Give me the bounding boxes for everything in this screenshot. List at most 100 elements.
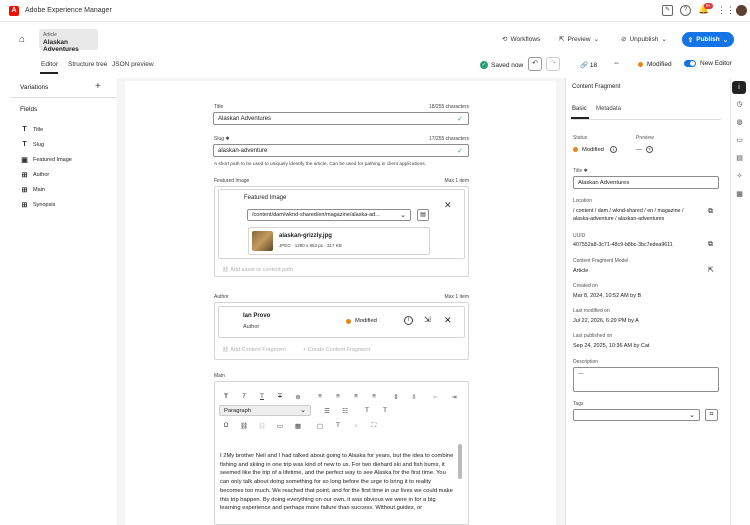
- text-field-icon: T: [22, 141, 27, 148]
- history-icon[interactable]: ◷: [735, 100, 744, 109]
- subscript-icon[interactable]: T: [380, 407, 390, 414]
- tab-editor[interactable]: Editor: [41, 61, 58, 68]
- description-textarea[interactable]: ---: [573, 367, 719, 392]
- field-item-main[interactable]: ⊞ Main: [21, 186, 45, 194]
- tab-metadata[interactable]: Metadata: [596, 106, 621, 112]
- title-input[interactable]: Alaskan Adventures: [573, 176, 719, 189]
- magic-icon[interactable]: ✕: [351, 422, 361, 430]
- scrollbar[interactable]: [458, 444, 462, 479]
- fullscreen-icon[interactable]: ⛶: [369, 422, 379, 430]
- clear-format-icon[interactable]: T: [333, 422, 343, 429]
- status-dot: [638, 62, 643, 67]
- paragraph-style-select[interactable]: Paragraph ⌄: [219, 405, 311, 416]
- numbered-list-icon[interactable]: ☷: [340, 407, 350, 415]
- link-icon[interactable]: ⛓: [239, 422, 249, 430]
- undo-button[interactable]: ↶: [528, 57, 542, 71]
- feedback-icon[interactable]: ✎: [662, 5, 673, 16]
- align-center-icon[interactable]: ≡: [333, 393, 343, 400]
- create-content-fragment-link[interactable]: + Create Content Fragment: [303, 347, 370, 353]
- justify-icon[interactable]: ≡: [369, 393, 379, 400]
- publish-button[interactable]: ⇪ Publish ⌄: [682, 32, 734, 47]
- spacing-icon[interactable]: ⇳: [409, 393, 419, 401]
- copy-icon[interactable]: ⧉: [708, 241, 713, 249]
- add-content-fragment-link[interactable]: ⛓ Add Content Fragment: [222, 347, 286, 353]
- info-icon[interactable]: i: [404, 316, 413, 325]
- bullet-list-icon[interactable]: ☰: [322, 407, 332, 415]
- tags-select[interactable]: ⌄: [573, 409, 700, 421]
- underline-button[interactable]: T: [257, 393, 267, 400]
- home-icon[interactable]: ⌂: [19, 34, 25, 45]
- superscript-icon[interactable]: T: [362, 407, 372, 414]
- asset-card[interactable]: [248, 227, 430, 255]
- location-label: Location: [573, 198, 592, 204]
- table-icon[interactable]: ▦: [293, 422, 303, 430]
- published-label: Last published on: [573, 333, 613, 339]
- bold-button[interactable]: T: [221, 393, 231, 400]
- apps-grid-icon[interactable]: ⋮⋮⋮: [717, 5, 744, 16]
- line-height-icon[interactable]: ⇕: [391, 393, 401, 401]
- close-icon[interactable]: ✕: [444, 200, 452, 211]
- tab-basic[interactable]: Basic: [572, 106, 587, 112]
- field-item-featured-image[interactable]: ▣ Featured Image: [21, 156, 72, 164]
- image-icon[interactable]: ▭: [275, 422, 285, 430]
- special-char-icon[interactable]: Ω: [221, 422, 231, 429]
- status-value: Modified i: [573, 146, 617, 153]
- title-input[interactable]: Alaskan Adventures ✓: [213, 112, 469, 125]
- field-item-slug[interactable]: T Slug: [21, 141, 44, 148]
- versions-icon[interactable]: ▭: [735, 136, 744, 145]
- field-item-synopsis[interactable]: ⊞ Synopsis: [21, 201, 56, 209]
- main-text-content[interactable]: I 2My brother Neil and I had talked abou…: [220, 452, 456, 513]
- align-right-icon[interactable]: ≡: [351, 393, 361, 400]
- open-icon[interactable]: ⇲: [424, 315, 431, 324]
- paste-icon[interactable]: ▢: [315, 422, 325, 430]
- indent-icon[interactable]: ⇥: [449, 393, 459, 401]
- field-item-title[interactable]: T Title: [21, 126, 43, 133]
- copy-icon[interactable]: ⧉: [708, 208, 713, 216]
- close-icon[interactable]: ✕: [444, 315, 452, 326]
- article-breadcrumb[interactable]: Article Alaskan Adventures: [39, 29, 98, 53]
- italic-button[interactable]: T: [239, 393, 249, 400]
- link-icon: ⛓: [222, 347, 229, 353]
- field-item-author[interactable]: ⊞ Author: [21, 171, 50, 179]
- structure-icon[interactable]: ⇔: [613, 60, 620, 67]
- help-icon[interactable]: ?: [645, 146, 653, 153]
- created-value: Mar 8, 2024, 10:52 AM by B: [573, 293, 642, 299]
- browse-folder-button[interactable]: ▤: [417, 209, 429, 221]
- adobe-logo-icon[interactable]: A: [9, 6, 19, 16]
- info-icon[interactable]: i: [609, 146, 617, 153]
- right-rail: [730, 78, 750, 525]
- tab-json-preview[interactable]: JSON preview: [112, 61, 154, 68]
- outdent-icon[interactable]: ⇤: [431, 393, 441, 401]
- open-model-icon[interactable]: ⇱: [708, 266, 714, 274]
- add-asset-link[interactable]: ⛓ Add asset or content path: [222, 267, 293, 273]
- featured-image-path-select[interactable]: /content/dam/wknd-shared/en/magazine/ala…: [247, 209, 411, 221]
- globe-icon[interactable]: ◍: [735, 118, 744, 127]
- toggle-switch[interactable]: [684, 60, 696, 67]
- comments-icon[interactable]: ▤: [735, 154, 744, 163]
- link-icon: 🔗: [580, 62, 589, 69]
- references-count[interactable]: 🔗 18: [580, 61, 597, 69]
- properties-rail-icon[interactable]: i: [732, 81, 746, 94]
- new-editor-toggle[interactable]: New Editor: [684, 60, 732, 67]
- asset-thumbnail: [252, 231, 273, 251]
- redo-button[interactable]: ↷: [546, 57, 560, 71]
- uuid-label: UUID: [573, 233, 586, 239]
- strikethrough-button[interactable]: T: [275, 393, 285, 400]
- unlink-icon[interactable]: ⛓: [257, 422, 267, 430]
- unpublish-button[interactable]: ⊘ Unpublish ⌄: [621, 35, 667, 44]
- add-variation-button[interactable]: +: [95, 81, 101, 92]
- checkmark-icon: ✓: [457, 116, 463, 123]
- slug-input[interactable]: alaskan-adventure ✓: [213, 144, 469, 157]
- avatar[interactable]: [736, 5, 747, 16]
- preview-button[interactable]: ⇱ Preview ⌄: [559, 35, 599, 44]
- align-left-icon[interactable]: ≡: [315, 393, 325, 400]
- components-icon[interactable]: ▦: [735, 190, 744, 199]
- variations-header[interactable]: Variations: [10, 84, 104, 91]
- format-icon[interactable]: ⊛: [293, 393, 303, 401]
- app-title: Adobe Experience Manager: [25, 7, 112, 14]
- ai-assist-icon[interactable]: ✧: [735, 172, 744, 181]
- tab-structure-tree[interactable]: Structure tree: [68, 61, 107, 68]
- workflows-button[interactable]: ⟲ Workflows: [502, 35, 540, 44]
- help-icon[interactable]: ?: [680, 5, 691, 16]
- tag-picker-button[interactable]: ⌗: [705, 409, 718, 421]
